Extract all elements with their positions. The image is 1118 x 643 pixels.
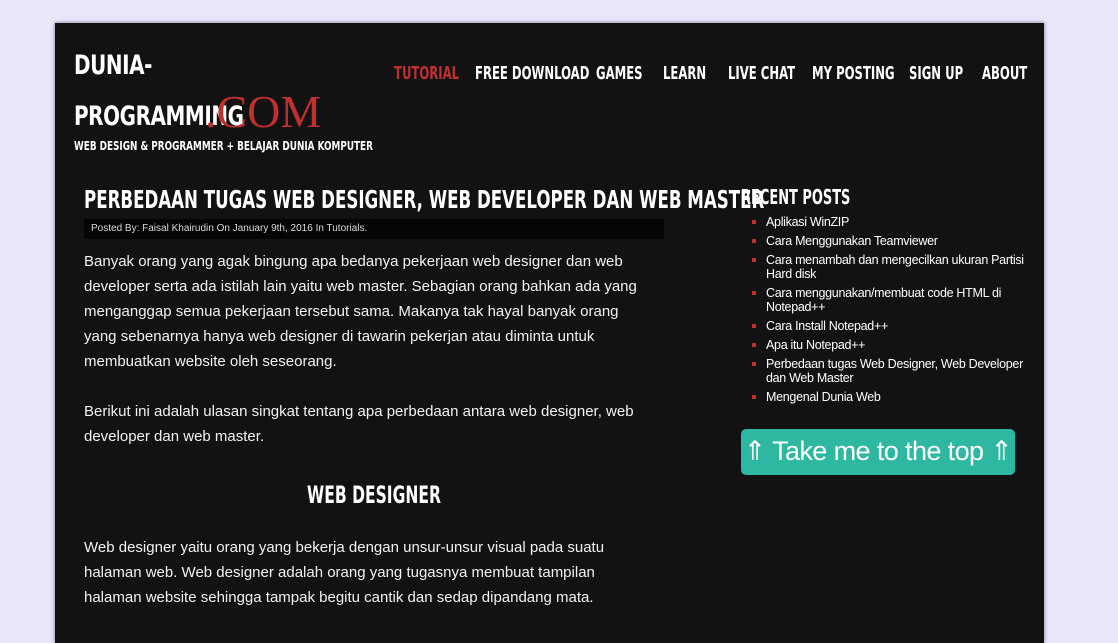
nav-item-my-posting[interactable]: MY POSTING xyxy=(812,63,895,84)
nav-item-live-chat[interactable]: LIVE CHAT xyxy=(728,63,795,84)
nav-item-about[interactable]: ABOUT xyxy=(982,63,1027,84)
recent-posts-list: Aplikasi WinZIP Cara Menggunakan Teamvie… xyxy=(741,215,1031,404)
back-to-top-button[interactable]: ⇑ Take me to the top ⇑ xyxy=(741,429,1015,475)
logo-text-com: .COM xyxy=(205,86,322,137)
list-item: Cara menambah dan mengecilkan ukuran Par… xyxy=(752,253,1031,281)
page-container: DUNIA- PROGRAMMING .COM WEB DESIGN & PRO… xyxy=(55,23,1044,643)
nav-item-games[interactable]: GAMES xyxy=(596,63,643,84)
post-meta: Posted By: Faisal Khairudin On January 9… xyxy=(84,219,664,239)
post-meta-text: Posted By: Faisal Khairudin On January 9… xyxy=(91,223,368,234)
post-paragraph: Berikut ini adalah ulasan singkat tentan… xyxy=(84,403,634,445)
list-item: Mengenal Dunia Web xyxy=(752,390,1031,404)
post-content-section: Web designer yaitu orang yang bekerja de… xyxy=(84,535,644,610)
recent-post-link[interactable]: Cara menambah dan mengecilkan ukuran Par… xyxy=(766,253,1024,281)
post-paragraph: Banyak orang yang agak bingung apa bedan… xyxy=(84,253,637,370)
site-tagline: WEB DESIGN & PROGRAMMER + BELAJAR DUNIA … xyxy=(74,139,373,153)
recent-post-link[interactable]: Cara Menggunakan Teamviewer xyxy=(766,234,938,248)
logo-line2: PROGRAMMING .COM xyxy=(74,81,321,137)
recent-post-link[interactable]: Cara menggunakan/membuat code HTML di No… xyxy=(766,286,1001,314)
post-paragraph: Web designer yaitu orang yang bekerja de… xyxy=(84,539,605,606)
section-heading-text: WEB DESIGNER xyxy=(307,481,441,509)
sidebar-title: RECENT POSTS xyxy=(741,185,851,209)
recent-post-link[interactable]: Mengenal Dunia Web xyxy=(766,390,881,404)
main-nav: TUTORIAL FREE DOWNLOAD GAMES LEARN LIVE … xyxy=(55,63,1044,87)
list-item: Cara menggunakan/membuat code HTML di No… xyxy=(752,286,1031,314)
nav-item-sign-up[interactable]: SIGN UP xyxy=(909,63,963,84)
recent-post-link[interactable]: Perbedaan tugas Web Designer, Web Develo… xyxy=(766,357,1023,385)
recent-post-link[interactable]: Apa itu Notepad++ xyxy=(766,338,865,352)
recent-post-link[interactable]: Cara Install Notepad++ xyxy=(766,319,888,333)
section-heading: WEB DESIGNER xyxy=(84,481,664,509)
list-item: Aplikasi WinZIP xyxy=(752,215,1031,229)
list-item: Cara Menggunakan Teamviewer xyxy=(752,234,1031,248)
sidebar: RECENT POSTS Aplikasi WinZIP Cara Menggu… xyxy=(741,185,1031,409)
nav-item-free-download[interactable]: FREE DOWNLOAD xyxy=(475,63,589,84)
list-item: Perbedaan tugas Web Designer, Web Develo… xyxy=(752,357,1031,385)
nav-item-learn[interactable]: LEARN xyxy=(663,63,706,84)
list-item: Cara Install Notepad++ xyxy=(752,319,1031,333)
post-title[interactable]: PERBEDAAN TUGAS WEB DESIGNER, WEB DEVELO… xyxy=(84,185,764,214)
nav-item-tutorial[interactable]: TUTORIAL xyxy=(394,63,459,84)
recent-post-link[interactable]: Aplikasi WinZIP xyxy=(766,215,849,229)
list-item: Apa itu Notepad++ xyxy=(752,338,1031,352)
post-content: Banyak orang yang agak bingung apa bedan… xyxy=(84,249,644,449)
